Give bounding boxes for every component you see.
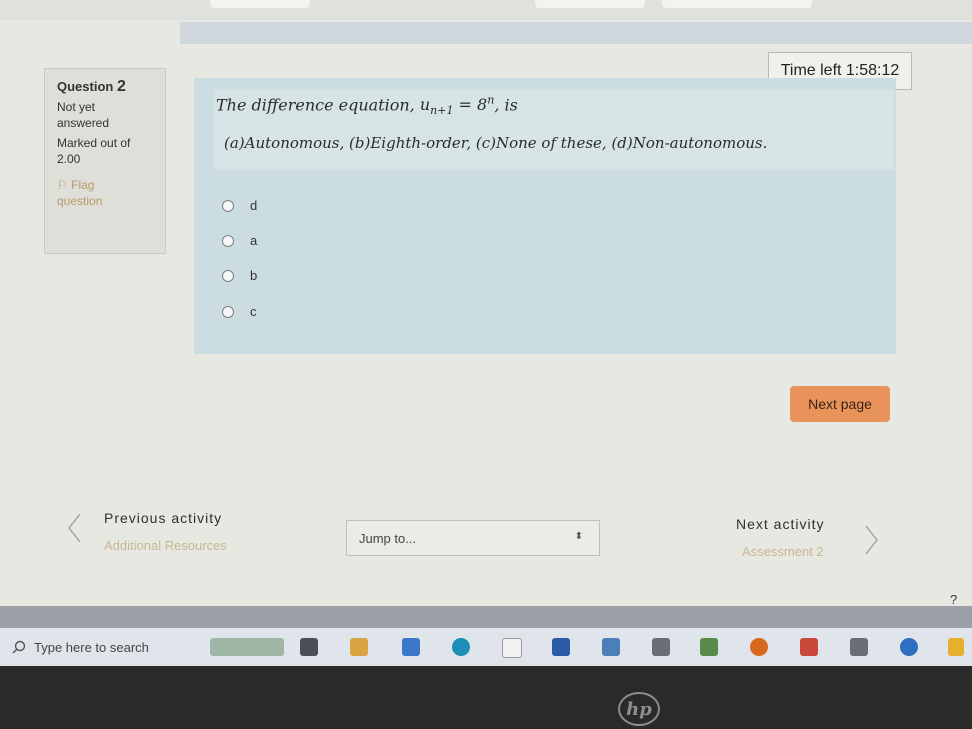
- page-footer-strip: [0, 606, 972, 628]
- app-icon[interactable]: [900, 638, 918, 656]
- radio-button[interactable]: [222, 269, 234, 282]
- jump-to-select[interactable]: Jump to... ⬍: [346, 520, 600, 556]
- chevron-left-icon[interactable]: [66, 512, 82, 544]
- laptop-bezel: [0, 666, 972, 729]
- next-page-button[interactable]: Next page: [790, 386, 890, 422]
- question-info-panel: Question 2 Not yet answered Marked out o…: [44, 68, 166, 254]
- question-marks: Marked out of 2.00: [57, 136, 131, 166]
- weather-widget-icon[interactable]: [210, 638, 284, 656]
- radio-button[interactable]: [222, 234, 234, 247]
- app-icon[interactable]: [850, 638, 868, 656]
- app-icon[interactable]: [700, 638, 718, 656]
- app-icon[interactable]: [948, 638, 964, 656]
- option-c[interactable]: c: [222, 304, 257, 319]
- task-view-icon[interactable]: [300, 638, 318, 656]
- question-status: Not yet answered: [57, 100, 110, 130]
- option-a[interactable]: a: [222, 233, 257, 248]
- app-icon[interactable]: [602, 638, 620, 656]
- file-explorer-icon[interactable]: [350, 638, 368, 656]
- search-icon: [12, 640, 26, 654]
- browser-top-bar: [0, 0, 972, 20]
- browser-tab[interactable]: [662, 0, 812, 8]
- next-activity-link[interactable]: Assessment 2: [742, 544, 824, 559]
- option-d[interactable]: d: [222, 198, 257, 213]
- chevron-right-icon[interactable]: [864, 524, 880, 556]
- previous-activity-link[interactable]: Additional Resources: [104, 538, 227, 553]
- taskbar-search[interactable]: Type here to search: [12, 636, 149, 658]
- question-number: Question 2: [57, 78, 126, 95]
- app-icon[interactable]: [652, 638, 670, 656]
- option-b[interactable]: b: [222, 268, 257, 283]
- app-icon[interactable]: [552, 638, 570, 656]
- amazon-icon[interactable]: [502, 638, 522, 658]
- search-placeholder: Type here to search: [34, 639, 149, 655]
- hp-logo: hp: [618, 692, 660, 726]
- windows-taskbar: Type here to search: [0, 628, 972, 666]
- previous-activity-label: Previous activity: [104, 510, 223, 526]
- page-header-strip: [180, 22, 972, 44]
- option-label: c: [250, 304, 257, 319]
- help-button[interactable]: ?: [950, 592, 957, 607]
- next-activity-label: Next activity: [736, 516, 825, 532]
- option-label: b: [250, 268, 258, 283]
- equation: un+1 = 8n: [419, 94, 495, 118]
- app-icon[interactable]: [750, 638, 768, 656]
- flag-question-link[interactable]: ⚐ Flag question: [57, 177, 165, 209]
- question-choices: (a)Autonomous, (b)Eighth-order, (c)None …: [224, 134, 768, 152]
- jump-to-value: Jump to...: [359, 530, 417, 546]
- app-icon[interactable]: [402, 638, 420, 656]
- browser-tab[interactable]: [210, 0, 310, 8]
- browser-tab[interactable]: [535, 0, 645, 8]
- edge-browser-icon[interactable]: [452, 638, 470, 656]
- radio-button[interactable]: [222, 305, 234, 318]
- radio-button[interactable]: [222, 199, 234, 212]
- select-arrows-icon: ⬍: [574, 531, 583, 542]
- app-icon[interactable]: [800, 638, 818, 656]
- question-prompt: The difference equation, un+1 = 8n, is: [216, 94, 518, 118]
- option-label: a: [250, 233, 258, 248]
- question-text: The difference equation, un+1 = 8n, is (…: [214, 90, 894, 170]
- option-label: d: [250, 198, 258, 213]
- flag-icon: ⚐: [57, 178, 68, 192]
